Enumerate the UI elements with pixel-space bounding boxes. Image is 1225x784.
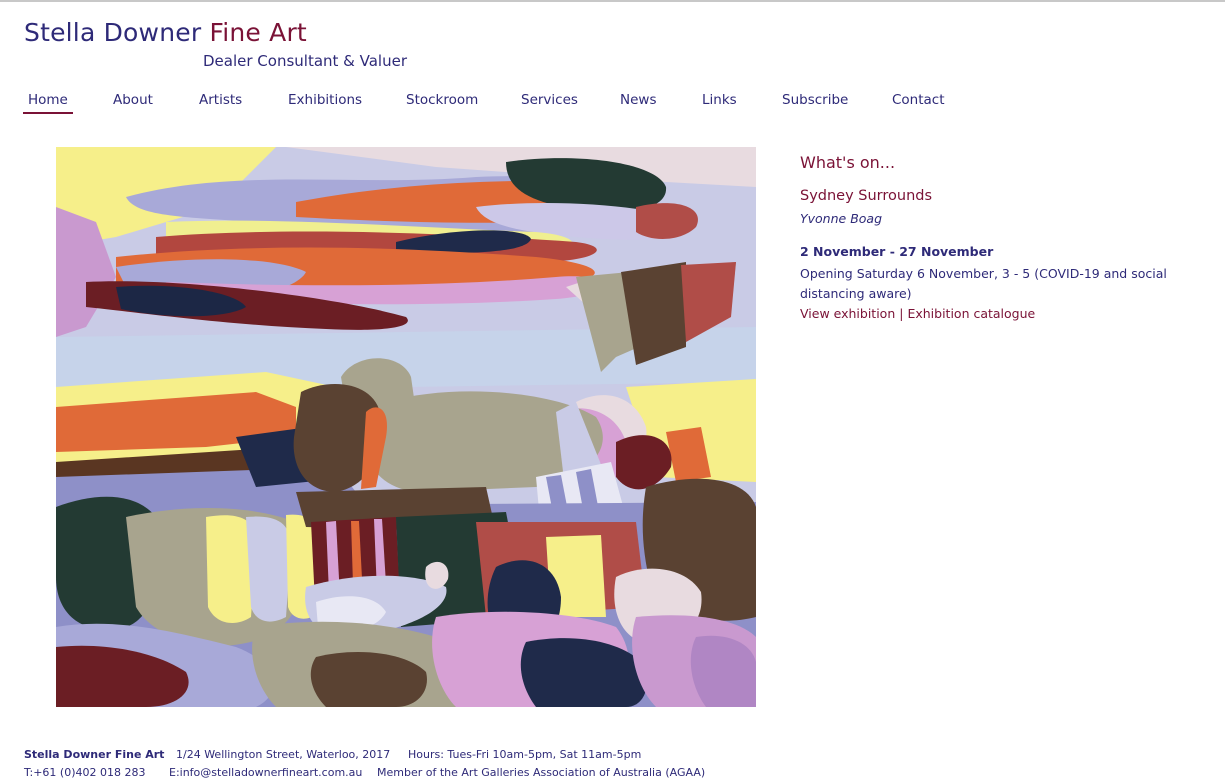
logo-name-part2: Fine Art	[209, 18, 307, 47]
top-border	[0, 0, 1225, 2]
footer-business-name: Stella Downer Fine Art	[24, 748, 165, 761]
whats-on-heading: What's on...	[800, 153, 896, 172]
nav-item-exhibitions[interactable]: Exhibitions	[288, 92, 362, 108]
footer-phone[interactable]: T:+61 (0)402 018 283	[24, 766, 146, 779]
exhibition-links: View exhibition | Exhibition catalogue	[800, 304, 1220, 324]
exhibition-dates: 2 November - 27 November	[800, 244, 994, 259]
featured-artwork-image[interactable]	[56, 147, 756, 707]
exhibition-title-link[interactable]: Sydney Surrounds	[800, 188, 932, 204]
nav-item-about[interactable]: About	[113, 92, 153, 108]
footer-membership: Member of the Art Galleries Association …	[377, 766, 706, 779]
site-tagline: Dealer Consultant & Valuer	[203, 52, 408, 70]
footer-email[interactable]: E:info@stelladownerfineart.com.au	[169, 766, 362, 779]
nav-item-artists[interactable]: Artists	[199, 92, 242, 108]
nav-item-services[interactable]: Services	[521, 92, 578, 108]
footer-hours: Hours: Tues-Fri 10am-5pm, Sat 11am-5pm	[408, 748, 642, 761]
exhibition-opening: Opening Saturday 6 November, 3 - 5 (COVI…	[800, 266, 1167, 301]
abstract-painting-icon	[56, 147, 756, 707]
exhibition-catalogue-link[interactable]: Exhibition catalogue	[907, 306, 1035, 321]
view-exhibition-link[interactable]: View exhibition	[800, 306, 895, 321]
link-separator: |	[899, 306, 904, 321]
nav-item-subscribe[interactable]: Subscribe	[782, 92, 848, 108]
nav-item-contact[interactable]: Contact	[892, 92, 945, 108]
nav-item-stockroom[interactable]: Stockroom	[406, 92, 478, 108]
nav-item-links[interactable]: Links	[702, 92, 737, 108]
footer-address: 1/24 Wellington Street, Waterloo, 2017	[176, 748, 391, 761]
nav-item-home[interactable]: Home	[23, 92, 73, 114]
whats-on-panel: What's on... Sydney Surrounds Yvonne Boa…	[800, 153, 1220, 324]
nav-item-news[interactable]: News	[620, 92, 656, 108]
logo-name-part1: Stella Downer	[24, 18, 202, 47]
exhibition-artist: Yvonne Boag	[800, 211, 883, 226]
site-logo[interactable]: Stella Downer Fine Art	[24, 18, 307, 47]
